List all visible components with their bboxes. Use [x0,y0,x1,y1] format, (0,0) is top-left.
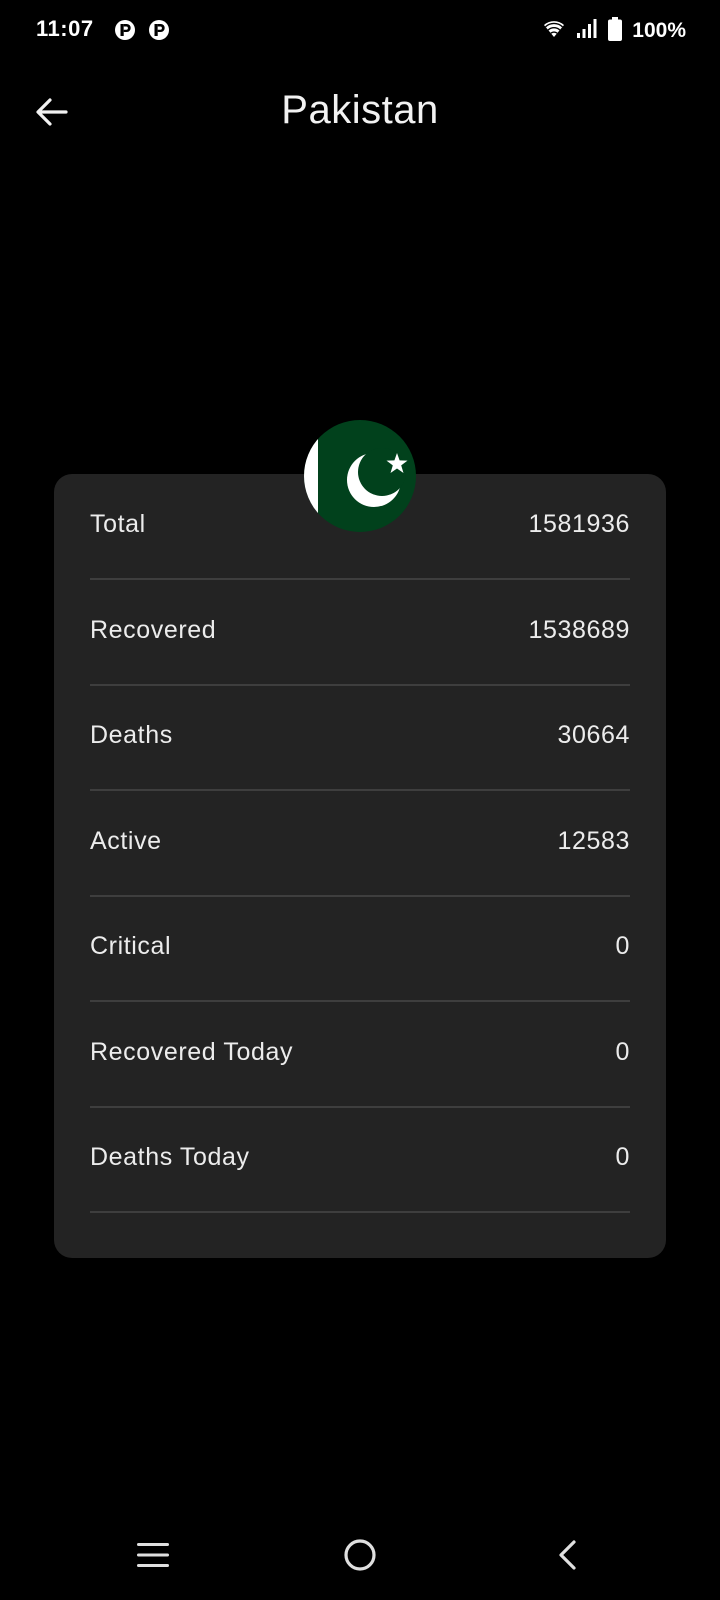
stat-row-recovered: Recovered 1538689 [90,580,630,686]
app-bar: Pakistan [0,74,720,154]
status-indicators: 100% [542,16,686,46]
notification-icon [148,19,170,41]
stat-row-critical: Critical 0 [90,896,630,1002]
stat-value: 0 [615,932,630,960]
home-icon [343,1538,377,1577]
stat-label: Recovered Today [90,1038,294,1066]
stat-value: 30664 [557,721,630,749]
stat-value: 1581936 [528,510,630,538]
stat-value: 0 [615,1143,630,1171]
stat-label: Active [90,827,162,855]
stat-label: Deaths Today [90,1143,250,1171]
recent-apps-button[interactable] [123,1532,183,1582]
country-flag-pakistan [304,420,416,532]
stat-value: 0 [615,1038,630,1066]
stat-row-recovered-today: Recovered Today 0 [90,1002,630,1108]
wifi-icon [542,18,566,45]
stats-card: Total 1581936 Recovered 1538689 Deaths 3… [54,474,666,1258]
stat-value: 1538689 [528,616,630,644]
stat-row-active: Active 12583 [90,791,630,897]
system-nav-bar [0,1520,720,1600]
status-bar: 11:07 100% [0,0,720,60]
page-title: Pakistan [281,88,439,132]
battery-icon [608,16,623,46]
notification-icon [114,19,136,41]
system-back-button[interactable] [537,1532,597,1582]
stat-label: Deaths [90,721,173,749]
stat-row-deaths-today: Deaths Today 0 [90,1107,630,1213]
home-button[interactable] [330,1532,390,1582]
back-icon [556,1539,578,1576]
status-time: 11:07 [36,16,94,41]
menu-icon [136,1542,170,1573]
stat-label: Total [90,510,146,538]
stat-label: Recovered [90,616,217,644]
stat-label: Critical [90,932,172,960]
signal-icon [576,18,598,44]
stat-value: 12583 [557,827,630,855]
stat-row-deaths: Deaths 30664 [90,685,630,791]
battery-percent: 100% [632,19,686,42]
